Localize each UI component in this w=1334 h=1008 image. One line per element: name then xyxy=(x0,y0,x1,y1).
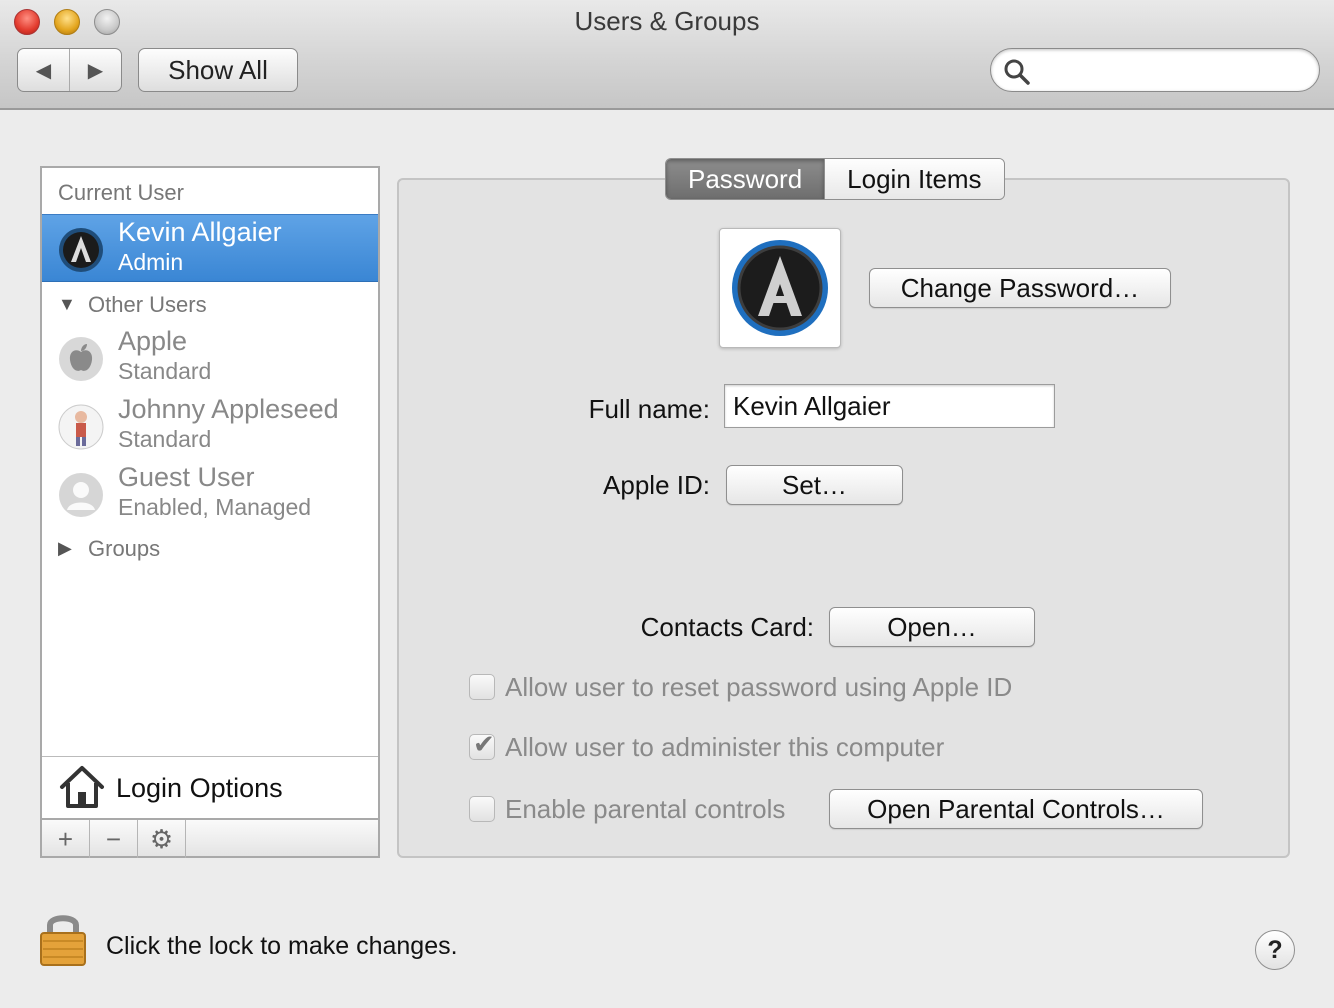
reset-password-label: Allow user to reset password using Apple… xyxy=(505,671,1013,702)
parental-controls-option[interactable]: Enable parental controls xyxy=(469,794,785,824)
user-picture-icon xyxy=(732,240,828,336)
reset-password-checkbox[interactable] xyxy=(469,674,495,700)
forward-button[interactable]: ▶ xyxy=(69,49,121,91)
back-button[interactable]: ◀ xyxy=(18,49,69,91)
user-name: Guest User xyxy=(118,462,255,492)
other-users-heading: Other Users xyxy=(88,292,207,317)
user-row-apple[interactable]: Apple Standard xyxy=(42,324,378,392)
tab-login-items[interactable]: Login Items xyxy=(824,159,1004,199)
user-row-guest-user[interactable]: Guest User Enabled, Managed xyxy=(42,460,378,528)
reset-password-option[interactable]: Allow user to reset password using Apple… xyxy=(469,672,1012,702)
login-options-label: Login Options xyxy=(116,773,283,803)
apple-id-set-button[interactable]: Set… xyxy=(726,465,903,505)
user-role: Enabled, Managed xyxy=(118,494,312,520)
add-user-button[interactable]: + xyxy=(42,820,90,858)
user-role: Admin xyxy=(118,249,184,275)
search-icon xyxy=(1004,59,1030,85)
back-forward-control: ◀ ▶ xyxy=(17,48,122,92)
user-row-johnny-appleseed[interactable]: Johnny Appleseed Standard xyxy=(42,392,378,460)
administer-option[interactable]: ✔ Allow user to administer this computer xyxy=(469,729,945,762)
administer-label: Allow user to administer this computer xyxy=(505,731,945,762)
lock-icon[interactable] xyxy=(38,910,88,968)
guest-avatar-icon xyxy=(59,473,103,517)
full-name-label: Full name: xyxy=(588,394,710,424)
user-role: Standard xyxy=(118,358,212,384)
groups-disclosure-icon[interactable]: ▶ xyxy=(58,538,72,559)
house-icon xyxy=(60,766,104,808)
contacts-card-open-button[interactable]: Open… xyxy=(829,607,1035,647)
remove-user-button[interactable]: − xyxy=(90,820,138,858)
login-options-item[interactable]: Login Options xyxy=(42,756,378,818)
tab-bar: Password Login Items xyxy=(665,158,1005,200)
johnny-avatar-icon xyxy=(58,404,104,450)
parental-controls-label: Enable parental controls xyxy=(505,793,786,824)
user-name: Johnny Appleseed xyxy=(118,394,339,424)
parental-controls-checkbox[interactable] xyxy=(469,796,495,822)
gear-icon[interactable]: ⚙ xyxy=(138,820,186,858)
apple-id-label: Apple ID: xyxy=(603,470,710,500)
sidebar-actions: + − ⚙ xyxy=(42,818,378,858)
tab-password[interactable]: Password xyxy=(666,159,825,199)
help-button[interactable]: ? xyxy=(1255,930,1295,970)
administer-checkbox[interactable]: ✔ xyxy=(469,729,495,760)
current-user-heading: Current User xyxy=(58,180,184,205)
user-avatar-icon xyxy=(59,228,103,272)
change-password-button[interactable]: Change Password… xyxy=(869,268,1171,308)
open-parental-controls-button[interactable]: Open Parental Controls… xyxy=(829,789,1203,829)
user-picture[interactable] xyxy=(719,228,841,348)
full-name-field[interactable]: Kevin Allgaier xyxy=(724,384,1055,428)
search-field[interactable] xyxy=(990,48,1320,92)
toolbar: Users & Groups ◀ ▶ Show All xyxy=(0,0,1334,110)
user-name: Kevin Allgaier xyxy=(118,217,282,247)
search-input[interactable] xyxy=(1037,55,1297,85)
show-all-button[interactable]: Show All xyxy=(138,48,298,92)
user-role: Standard xyxy=(118,426,212,452)
checkmark-icon: ✔ xyxy=(473,729,495,759)
other-users-disclosure-icon[interactable]: ▼ xyxy=(58,294,76,315)
user-row-kevin-allgaier[interactable]: Kevin Allgaier Admin xyxy=(42,214,378,282)
groups-heading[interactable]: Groups xyxy=(88,536,160,562)
user-name: Apple xyxy=(118,326,188,356)
contacts-card-label: Contacts Card: xyxy=(640,612,814,642)
users-sidebar: Current User Kevin Allgaier Admin ▼ Othe… xyxy=(40,166,380,858)
apple-avatar-icon xyxy=(59,337,103,381)
window-title: Users & Groups xyxy=(574,6,760,36)
lock-message: Click the lock to make changes. xyxy=(106,932,458,960)
